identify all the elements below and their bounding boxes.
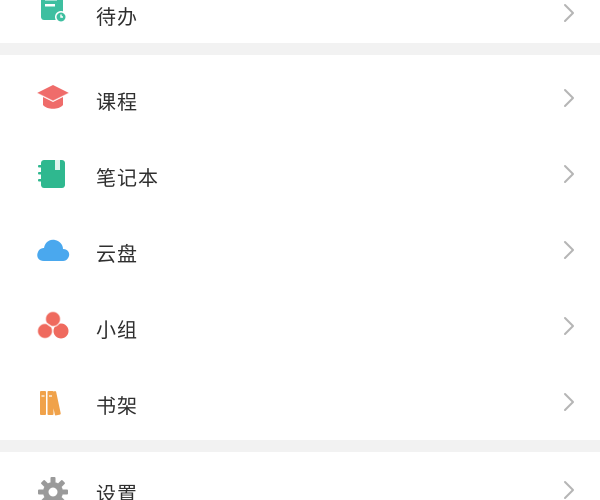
menu-item-label: 课程: [96, 90, 138, 114]
menu-item-course[interactable]: 课程: [0, 60, 600, 136]
chevron-right-icon: [564, 317, 574, 335]
menu-item-label: 设置: [96, 482, 138, 500]
menu-item-cloud-drive[interactable]: 云盘: [0, 212, 600, 288]
chevron-right-icon: [564, 89, 574, 107]
menu-item-label: 书架: [96, 394, 138, 418]
menu-item-label: 小组: [96, 318, 138, 342]
menu-item-bookshelf[interactable]: 书架: [0, 364, 600, 440]
chevron-right-icon: [564, 241, 574, 259]
menu-item-group[interactable]: 小组: [0, 288, 600, 364]
notebook-icon: [38, 160, 65, 188]
course-icon: [36, 85, 70, 109]
chevron-right-icon: [564, 393, 574, 411]
menu-item-label: 待办: [96, 5, 138, 29]
settings-icon: [38, 477, 68, 500]
chevron-right-icon: [564, 165, 574, 183]
section-divider: [0, 440, 600, 452]
menu-item-notebook[interactable]: 笔记本: [0, 136, 600, 212]
menu-item-todo[interactable]: 待办: [0, 0, 600, 38]
group-icon: [36, 310, 69, 340]
section-divider: [0, 43, 600, 55]
bookshelf-icon: [40, 391, 61, 416]
cloud-drive-icon: [37, 239, 70, 261]
menu-item-label: 云盘: [96, 242, 138, 266]
chevron-right-icon: [564, 4, 574, 22]
menu-item-label: 笔记本: [96, 166, 159, 190]
chevron-right-icon: [564, 481, 574, 499]
todo-icon: [41, 0, 67, 23]
menu-page: 待办 课程 笔记本 云盘 小组 书架 设置: [0, 0, 600, 500]
menu-item-settings[interactable]: 设置: [0, 452, 600, 500]
